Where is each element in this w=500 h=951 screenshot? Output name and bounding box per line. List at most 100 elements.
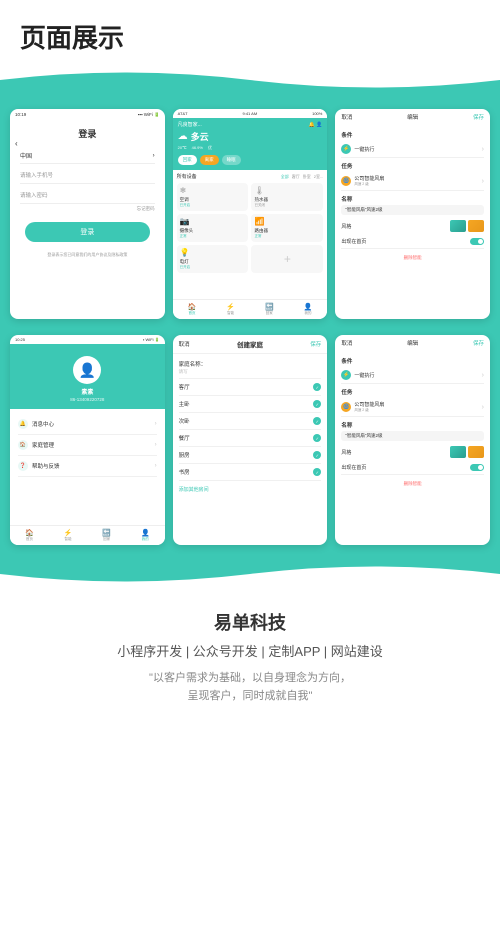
s3-save[interactable]: 保存	[473, 113, 484, 121]
s3-delete-btn[interactable]: 删除智能	[341, 255, 484, 261]
s3-show-home-toggle[interactable]	[470, 238, 484, 245]
s3-header: 取消 编辑 保存	[335, 109, 490, 125]
s2-cam-icon: 📷	[180, 217, 246, 226]
s2-cloud-icon: ☁	[178, 131, 188, 142]
s1-title: 登录	[10, 127, 165, 140]
s4-bell-icon: 🔔	[18, 419, 28, 429]
s5-room-living[interactable]: 客厅 ✓	[179, 379, 322, 396]
s2-device-heater[interactable]: 🌡 热水器 已关闭	[251, 183, 323, 211]
s2-profile-icon: 👤	[304, 303, 313, 311]
s3-thumb2[interactable]	[468, 220, 484, 232]
s6-style-images	[450, 446, 484, 458]
s6-condition-item: ⚡ 一键执行 ›	[341, 367, 484, 384]
s5-dining-label: 餐厅	[179, 434, 190, 442]
s6-save[interactable]: 保存	[473, 339, 484, 347]
s3-name-value[interactable]: "智能风扇"风速2级	[341, 205, 484, 215]
page-header: 页面展示	[0, 0, 500, 65]
s5-room-study[interactable]: 书房 ✓	[179, 464, 322, 481]
s6-edit[interactable]: 编辑	[407, 339, 418, 347]
s2-device-cam[interactable]: 📷 摄像头 正常	[177, 214, 249, 242]
s2-tab-home[interactable]: 回家	[178, 155, 197, 165]
s2-device-light[interactable]: 💡 电灯 已开启	[177, 245, 249, 273]
s4-nav-smart[interactable]: ⚡智能	[64, 529, 73, 542]
teal-section: 10:19 ▪▪▪ WiFi 🔋 ‹ 登录 中国 › 请输入手机号 请输入密码 …	[0, 93, 500, 561]
s5-kitchen-check: ✓	[313, 451, 321, 459]
s6-task-name: 公司智能风扇	[354, 401, 384, 408]
s1-password-input[interactable]: 请输入密码	[20, 187, 155, 204]
s6-thumb2[interactable]	[468, 446, 484, 458]
screen-smarthome: AT&T 9:41 AM 100% 凡良智家... 🔔 👤 ☁ 多云 20℃ 4…	[173, 109, 328, 319]
s2-filter-bedroom[interactable]: 卧室	[303, 174, 311, 180]
s5-add-room-btn[interactable]: 添加其他房间	[179, 486, 322, 493]
s6-thumb1[interactable]	[450, 446, 466, 458]
s5-living-check: ✓	[313, 383, 321, 391]
s4-avatar[interactable]: 👤	[73, 356, 101, 384]
s6-name-value[interactable]: "智能风扇"风速2级	[341, 431, 484, 441]
s3-condition-chevron: ›	[482, 146, 484, 153]
s4-nav-home[interactable]: 🏠首页	[25, 529, 34, 542]
s1-terms: 登录表示您已同意我们的用户协议及隐私政策	[20, 252, 155, 258]
s4-nav-back[interactable]: 🔙回家	[102, 529, 111, 542]
s4-menu-help[interactable]: ❓ 帮助与反馈 ›	[18, 456, 157, 477]
s4-messages-left: 🔔 消息中心	[18, 419, 54, 429]
wave-bottom	[0, 559, 500, 589]
s5-room-dining[interactable]: 餐厅 ✓	[179, 430, 322, 447]
s3-task-sub: 风速 2 级	[354, 182, 384, 187]
s2-filter-kitchen[interactable]: 2室...	[314, 174, 324, 180]
s2-router-icon: 📶	[254, 217, 320, 226]
s2-heater-status: 已关闭	[254, 203, 320, 208]
s2-router-status: 正常	[254, 234, 320, 239]
s2-filter-all[interactable]: 全部	[281, 174, 289, 180]
s6-show-home-row: 出现在首页	[341, 461, 484, 475]
s6-condition-title: 条件	[341, 357, 484, 365]
s2-add-device[interactable]: +	[251, 245, 323, 273]
s2-devices-header: 所有设备 全部 客厅 卧室 2室...	[177, 173, 324, 180]
s6-delete-btn[interactable]: 删除智能	[341, 481, 484, 487]
s2-nav-profile[interactable]: 👤我的	[304, 303, 313, 316]
s2-nav-home[interactable]: 🏠首页	[188, 303, 197, 316]
s6-name-title: 名称	[341, 421, 484, 429]
s5-room-kitchen[interactable]: 厨房 ✓	[179, 447, 322, 464]
s3-thumb1[interactable]	[450, 220, 466, 232]
s6-show-home-toggle[interactable]	[470, 464, 484, 471]
s6-show-home-label: 出现在首页	[341, 464, 366, 471]
s2-device-router[interactable]: 📶 路由器 正常	[251, 214, 323, 242]
footer-section: 易单科技 小程序开发 | 公众号开发 | 定制APP | 网站建设 "以客户需求…	[0, 589, 500, 720]
s3-task-name: 公司智能风扇	[354, 175, 384, 182]
s2-back-icon: 🔙	[265, 303, 274, 311]
s5-room-master[interactable]: 主卧 ✓	[179, 396, 322, 413]
s1-forgot-link[interactable]: 忘记密码	[20, 206, 155, 212]
s5-cancel[interactable]: 取消	[179, 340, 190, 348]
s2-nav-smart[interactable]: ⚡智能	[226, 303, 235, 316]
s5-room-second[interactable]: 次卧 ✓	[179, 413, 322, 430]
s5-content: 家庭名称： 请写 客厅 ✓ 主卧 ✓ 次卧 ✓ 餐厅 ✓	[173, 354, 328, 496]
s4-nav-profile-icon: 👤	[141, 529, 150, 537]
s3-cancel[interactable]: 取消	[341, 113, 352, 121]
s5-save[interactable]: 保存	[310, 340, 321, 348]
s1-back-icon[interactable]: ‹	[15, 139, 18, 148]
s1-phone-input[interactable]: 请输入手机号	[20, 167, 155, 184]
s4-bottom-nav: 🏠首页 ⚡智能 🔙回家 👤我的	[10, 525, 165, 545]
s2-device-ac[interactable]: ❄ 空调 已开启	[177, 183, 249, 211]
s4-nav-profile[interactable]: 👤我的	[141, 529, 150, 542]
s2-icons: 🔔 👤	[308, 122, 322, 128]
s1-login-btn[interactable]: 登录	[25, 222, 150, 242]
s2-nav-back[interactable]: 🔙回家	[265, 303, 274, 316]
s6-task-title: 任务	[341, 388, 484, 396]
s4-menu-messages[interactable]: 🔔 消息中心 ›	[18, 414, 157, 435]
s2-tab-leave[interactable]: 离家	[200, 155, 219, 165]
s4-home-icon: 🏠	[18, 440, 28, 450]
screen-smart-scene: 取消 编辑 保存 条件 ⚡ 一键执行 › 任务 🌀	[335, 109, 490, 319]
s3-condition-title: 条件	[341, 131, 484, 139]
s4-menu-family[interactable]: 🏠 家庭管理 ›	[18, 435, 157, 456]
s5-name-field: 家庭名称： 请写	[179, 357, 322, 379]
s2-filter-living[interactable]: 客厅	[292, 174, 300, 180]
s3-edit[interactable]: 编辑	[407, 113, 418, 121]
s2-tab-sleep[interactable]: 睡眠	[222, 155, 241, 165]
s5-field-hint[interactable]: 请写	[179, 369, 322, 375]
s6-cancel[interactable]: 取消	[341, 339, 352, 347]
s5-living-label: 客厅	[179, 383, 190, 391]
s1-country[interactable]: 中国 ›	[20, 148, 155, 164]
s3-style-row: 风格	[341, 217, 484, 235]
s4-profile-header: 👤 素素 86-13409220728	[10, 344, 165, 409]
